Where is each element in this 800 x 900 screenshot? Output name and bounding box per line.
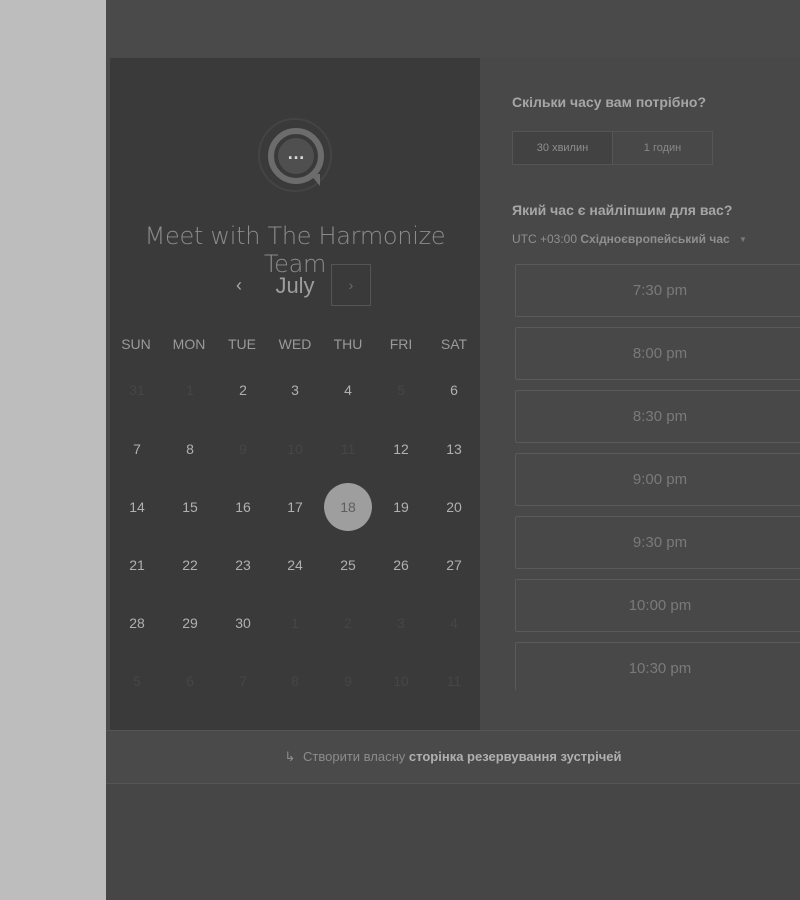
footer-link-text: сторінка резервування зустрічей [408, 749, 622, 764]
arrow-return-icon: ↳ [284, 749, 296, 764]
time-slot[interactable]: 9:00 pm [515, 453, 800, 506]
calendar-day[interactable]: 20 [430, 487, 478, 527]
calendar-day: 9 [239, 441, 247, 457]
calendar-day[interactable]: 16 [219, 487, 267, 527]
calendar-day: 1 [186, 382, 194, 398]
month-navigation: ‹ July › [110, 264, 480, 308]
time-slot[interactable]: 9:30 pm [515, 516, 800, 569]
calendar-day[interactable]: 13 [430, 429, 478, 469]
time-slot[interactable]: 8:30 pm [515, 390, 800, 443]
calendar-day[interactable]: 24 [271, 545, 319, 585]
calendar-day[interactable]: 14 [113, 487, 161, 527]
weekday-thu: THU [333, 336, 363, 352]
weekday-sun: SUN [121, 336, 151, 352]
time-slot-label: 9:30 pm [632, 534, 688, 551]
calendar-panel: … Meet with The Harmonize Team ‹ July › … [110, 58, 480, 730]
time-slot-label: 10:00 pm [628, 597, 692, 614]
next-month-button[interactable]: › [331, 264, 371, 306]
calendar-day[interactable]: 7 [113, 429, 161, 469]
calendar-day: 9 [344, 673, 352, 689]
calendar-day[interactable]: 21 [113, 545, 161, 585]
weekday-mon: MON [172, 336, 206, 352]
calendar-day[interactable]: 3 [271, 370, 319, 410]
time-slot-label: 10:30 pm [628, 660, 692, 677]
time-slot-label: 8:30 pm [632, 408, 688, 425]
calendar-day: 6 [186, 673, 194, 689]
calendar-day[interactable]: 17 [271, 487, 319, 527]
calendar-day: 4 [450, 615, 458, 631]
time-slot-label: 9:00 pm [632, 471, 688, 488]
caret-down-icon: ▼ [739, 235, 747, 245]
calendar-day: 31 [129, 382, 145, 398]
duration-toggle: 30 хвилин 1 годин [512, 131, 713, 165]
weekday-tue: TUE [228, 336, 256, 352]
calendar-day: 7 [239, 673, 247, 689]
page-header-band [106, 0, 800, 58]
calendar-day: 3 [397, 615, 405, 631]
calendar-day: 11 [340, 441, 356, 457]
calendar-day[interactable]: 30 [219, 603, 267, 643]
calendar-day[interactable]: 19 [377, 487, 425, 527]
calendar-day[interactable]: 25 [324, 545, 372, 585]
calendar-day: 11 [446, 673, 462, 689]
calendar-day[interactable]: 29 [166, 603, 214, 643]
calendar-day[interactable]: 23 [219, 545, 267, 585]
duration-question: Скільки часу вам потрібно? [512, 94, 707, 110]
calendar-day[interactable]: 6 [430, 370, 478, 410]
weekday-sat: SAT [440, 336, 468, 352]
calendar-day-selected[interactable]: 18 [324, 483, 372, 531]
calendar-day[interactable]: 12 [377, 429, 425, 469]
prev-month-button[interactable]: ‹ [224, 270, 254, 300]
create-booking-page-link[interactable]: ↳ Створити власну сторінка резервування … [106, 731, 800, 783]
chat-bubble-icon: … [278, 138, 314, 174]
weekday-wed: WED [278, 336, 312, 352]
calendar-day[interactable]: 26 [377, 545, 425, 585]
footer-prefix: Створити власну [303, 749, 406, 764]
calendar-day[interactable]: 2 [219, 370, 267, 410]
calendar-day[interactable]: 27 [430, 545, 478, 585]
calendar-day[interactable]: 4 [324, 370, 372, 410]
time-slot-label: 8:00 pm [632, 345, 688, 362]
time-slot[interactable]: 10:30 pm [515, 642, 800, 690]
timezone-offset: UTC +03:00 [512, 232, 578, 246]
footer-bar: ↳ Створити власну сторінка резервування … [106, 730, 800, 784]
month-label: July [275, 273, 315, 298]
duration-option-30-min[interactable]: 30 хвилин [513, 132, 613, 164]
time-question: Який час є найліпшим для вас? [512, 202, 733, 218]
logo-tail [310, 174, 320, 186]
team-logo: … [258, 118, 332, 192]
calendar-day: 1 [291, 615, 299, 631]
calendar-day: 10 [393, 673, 409, 689]
booking-panel: Скільки часу вам потрібно? 30 хвилин 1 г… [480, 58, 800, 730]
weekday-fri: FRI [389, 336, 413, 352]
page-bottom-area [106, 784, 800, 900]
time-slot-label: 7:30 pm [632, 282, 688, 299]
time-slot[interactable]: 8:00 pm [515, 327, 800, 380]
timezone-selector[interactable]: UTC +03:00 Східноєвропейський час ▼ [512, 232, 747, 246]
calendar-day[interactable]: 8 [166, 429, 214, 469]
calendar-day: 5 [133, 673, 141, 689]
calendar-day[interactable]: 28 [113, 603, 161, 643]
time-slot[interactable]: 7:30 pm [515, 264, 800, 317]
duration-option-1-hour[interactable]: 1 годин [613, 132, 712, 164]
time-slot[interactable]: 10:00 pm [515, 579, 800, 632]
calendar-day: 2 [344, 615, 352, 631]
calendar-day: 5 [397, 382, 405, 398]
calendar-day[interactable]: 15 [166, 487, 214, 527]
time-slot-list[interactable]: 7:30 pm 8:00 pm 8:30 pm 9:00 pm 9:30 pm … [515, 264, 800, 690]
calendar-day: 10 [287, 441, 303, 457]
calendar-day: 8 [291, 673, 299, 689]
calendar-day[interactable]: 22 [166, 545, 214, 585]
timezone-name: Східноєвропейський час [580, 232, 730, 246]
